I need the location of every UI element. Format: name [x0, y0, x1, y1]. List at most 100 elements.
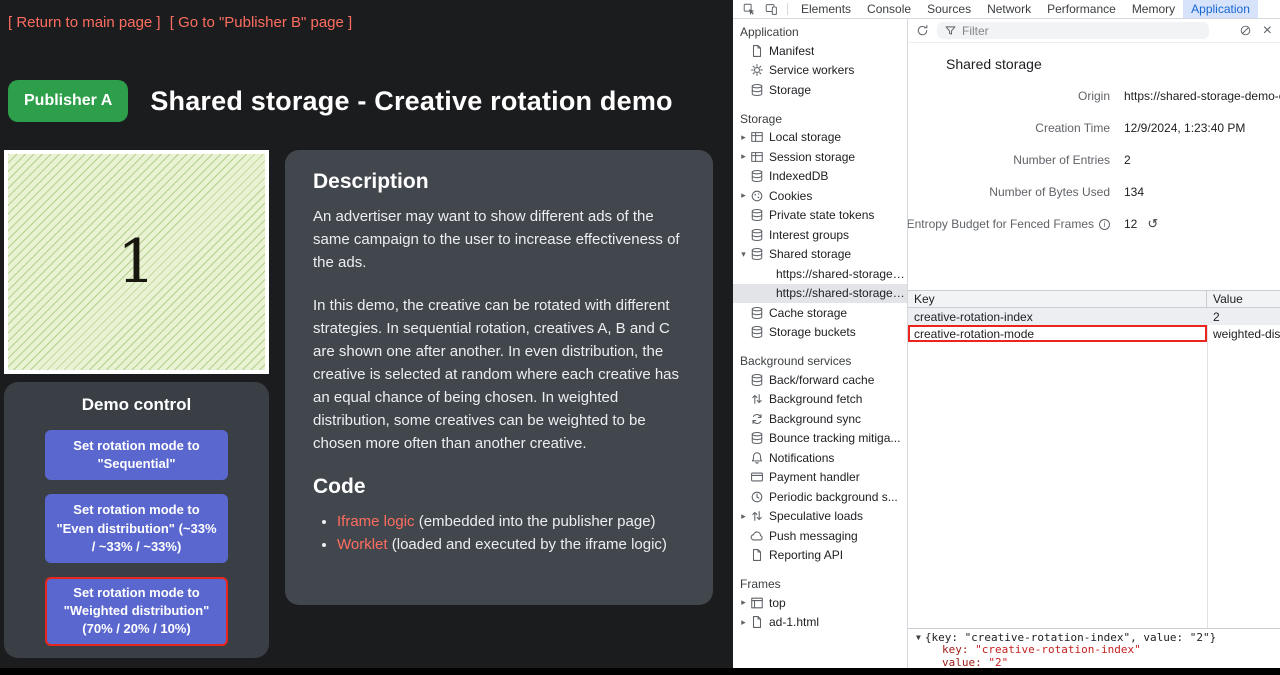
cloud-icon — [749, 528, 764, 543]
chevron-right-icon[interactable]: ▸ — [738, 511, 749, 522]
sidebar-item-back-forward-cache[interactable]: Back/forward cache — [733, 370, 907, 390]
chevron-right-icon[interactable]: ▸ — [738, 190, 749, 201]
meta-value-origin: https://shared-storage-demo-co — [1124, 80, 1280, 112]
devtools-tab-application[interactable]: Application — [1183, 0, 1258, 18]
sidebar-item-label: Speculative loads — [769, 509, 863, 523]
demo-control-title: Demo control — [4, 395, 269, 415]
meta-value-number-of-entries: 2 — [1124, 144, 1280, 176]
chevron-right-icon[interactable]: ▸ — [738, 151, 749, 162]
column-header-value[interactable]: Value — [1207, 291, 1249, 307]
rotation-mode-button-2[interactable]: Set rotation mode to "Even distribution"… — [45, 494, 228, 563]
sidebar-item-manifest[interactable]: Manifest — [733, 41, 907, 61]
storage-icon — [749, 431, 764, 446]
filter-box[interactable] — [937, 22, 1209, 39]
sidebar-item-label: Back/forward cache — [769, 373, 874, 387]
sidebar-item-private-state-tokens[interactable]: Private state tokens — [733, 206, 907, 226]
meta-label-origin: Origin — [908, 80, 1110, 112]
sidebar-item-periodic-background-s[interactable]: Periodic background s... — [733, 487, 907, 507]
demo-control-panel: Demo control Set rotation mode to "Seque… — [4, 382, 269, 658]
sidebar-section-storage: Storage▸Local storage▸Session storageInd… — [733, 110, 907, 343]
table-row[interactable]: creative-rotation-index2 — [908, 308, 1280, 325]
description-heading: Description — [313, 170, 685, 194]
sidebar-item-reporting-api[interactable]: Reporting API — [733, 546, 907, 566]
device-toolbar-icon[interactable] — [760, 0, 782, 18]
sidebar-item-label: Storage — [769, 83, 811, 97]
sidebar-item-indexeddb[interactable]: IndexedDB — [733, 167, 907, 187]
devtools-tab-console[interactable]: Console — [859, 0, 919, 18]
sidebar-item-top[interactable]: ▸top — [733, 593, 907, 613]
refresh-icon[interactable] — [916, 24, 929, 37]
description-panel: Description An advertiser may want to sh… — [285, 150, 713, 605]
table-icon — [749, 149, 764, 164]
close-icon[interactable]: × — [1263, 23, 1272, 39]
bottom-strip — [0, 668, 1280, 675]
sidebar-item-label: Manifest — [769, 44, 814, 58]
sidebar-item-bounce-tracking-mitiga[interactable]: Bounce tracking mitiga... — [733, 429, 907, 449]
reset-budget-icon[interactable]: ↺ — [1147, 216, 1158, 232]
meta-label-creation-time: Creation Time — [908, 112, 1110, 144]
filter-input[interactable] — [962, 24, 1202, 38]
code-link-worklet[interactable]: Worklet — [337, 536, 388, 553]
chevron-down-icon[interactable]: ▾ — [738, 249, 749, 260]
sidebar-item-speculative-loads[interactable]: ▸ Speculative loads — [733, 507, 907, 527]
sidebar-item-interest-groups[interactable]: Interest groups — [733, 225, 907, 245]
shared-storage-panel: Shared storage Originhttps://shared-stor… — [908, 43, 1280, 668]
chevron-down-icon[interactable]: ▼ — [916, 631, 921, 644]
meta-label-entropy-budget-for-fenced-frames: Entropy Budget for Fenced Framesi — [908, 208, 1110, 240]
sidebar-item-storage[interactable]: Storage — [733, 80, 907, 100]
toolbar-separator — [787, 3, 788, 15]
sidebar-item-background-fetch[interactable]: Background fetch — [733, 390, 907, 410]
code-link-iframe-logic[interactable]: Iframe logic — [337, 513, 415, 530]
sidebar-item-storage-buckets[interactable]: Storage buckets — [733, 323, 907, 343]
cookie-icon — [749, 188, 764, 203]
clock-icon — [749, 489, 764, 504]
code-heading: Code — [313, 475, 685, 499]
devtools-tab-performance[interactable]: Performance — [1039, 0, 1124, 18]
devtools-tab-elements[interactable]: Elements — [793, 0, 859, 18]
top-links: [ Return to main page ] [ Go to "Publish… — [8, 14, 357, 31]
sidebar-item-local-storage[interactable]: ▸Local storage — [733, 128, 907, 148]
devtools-tab-sources[interactable]: Sources — [919, 0, 979, 18]
sidebar-item-push-messaging[interactable]: Push messaging — [733, 526, 907, 546]
devtools-tab-memory[interactable]: Memory — [1124, 0, 1183, 18]
publisher-b-link[interactable]: [ Go to "Publisher B" page ] — [170, 14, 352, 31]
devtools-tab-network[interactable]: Network — [979, 0, 1039, 18]
sidebar-item-cookies[interactable]: ▸Cookies — [733, 186, 907, 206]
demo-control-buttons: Set rotation mode to "Sequential" Set rot… — [4, 430, 269, 646]
sidebar-item-payment-handler[interactable]: Payment handler — [733, 468, 907, 488]
meta-label-number-of-bytes-used: Number of Bytes Used — [908, 176, 1110, 208]
sidebar-item-shared-storage[interactable]: ▾Shared storage — [733, 245, 907, 265]
sidebar-item-service-workers[interactable]: Service workers — [733, 61, 907, 81]
screen: [ Return to main page ] [ Go to "Publish… — [0, 0, 1280, 675]
sidebar-item-background-sync[interactable]: Background sync — [733, 409, 907, 429]
sidebar-item-notifications[interactable]: Notifications — [733, 448, 907, 468]
key-cell[interactable]: creative-rotation-index — [908, 308, 1207, 325]
sidebar-item-cache-storage[interactable]: Cache storage — [733, 303, 907, 323]
chevron-right-icon[interactable]: ▸ — [738, 132, 749, 143]
rotation-mode-button-3[interactable]: Set rotation mode to "Weighted distribut… — [45, 577, 228, 646]
key-cell[interactable]: creative-rotation-mode — [908, 325, 1207, 342]
sidebar-item-https-shared-storage-d[interactable]: https://shared-storage-d... — [733, 264, 907, 284]
devtools-toolbar: × — [908, 19, 1280, 43]
chevron-right-icon[interactable]: ▸ — [738, 597, 749, 608]
sidebar-item-ad-1-html[interactable]: ▸ad-1.html — [733, 613, 907, 633]
meta-value-entropy-budget-for-fenced-frames: 12↺ — [1124, 208, 1280, 240]
storage-icon — [749, 305, 764, 320]
frame-icon — [749, 595, 764, 610]
rotation-mode-button-1[interactable]: Set rotation mode to "Sequential" — [45, 430, 228, 480]
storage-table: Key Value creative-rotation-index2creati… — [908, 290, 1280, 628]
chevron-right-icon[interactable]: ▸ — [738, 617, 749, 628]
info-icon[interactable]: i — [1099, 219, 1110, 230]
table-row[interactable]: creative-rotation-modeweighted-distribut… — [908, 325, 1280, 342]
clear-icon[interactable] — [1239, 24, 1252, 37]
bell-icon — [749, 450, 764, 465]
value-cell[interactable]: weighted-distribution — [1207, 325, 1280, 342]
return-to-main-link[interactable]: [ Return to main page ] — [8, 14, 161, 31]
sidebar-item-https-shared-storage-d[interactable]: https://shared-storage-d... — [733, 284, 907, 304]
column-header-key[interactable]: Key — [908, 291, 1207, 307]
sidebar-item-label: Cache storage — [769, 306, 847, 320]
inspect-element-icon[interactable] — [738, 0, 760, 18]
value-cell[interactable]: 2 — [1207, 308, 1280, 325]
storage-icon — [749, 372, 764, 387]
sidebar-item-session-storage[interactable]: ▸Session storage — [733, 147, 907, 167]
